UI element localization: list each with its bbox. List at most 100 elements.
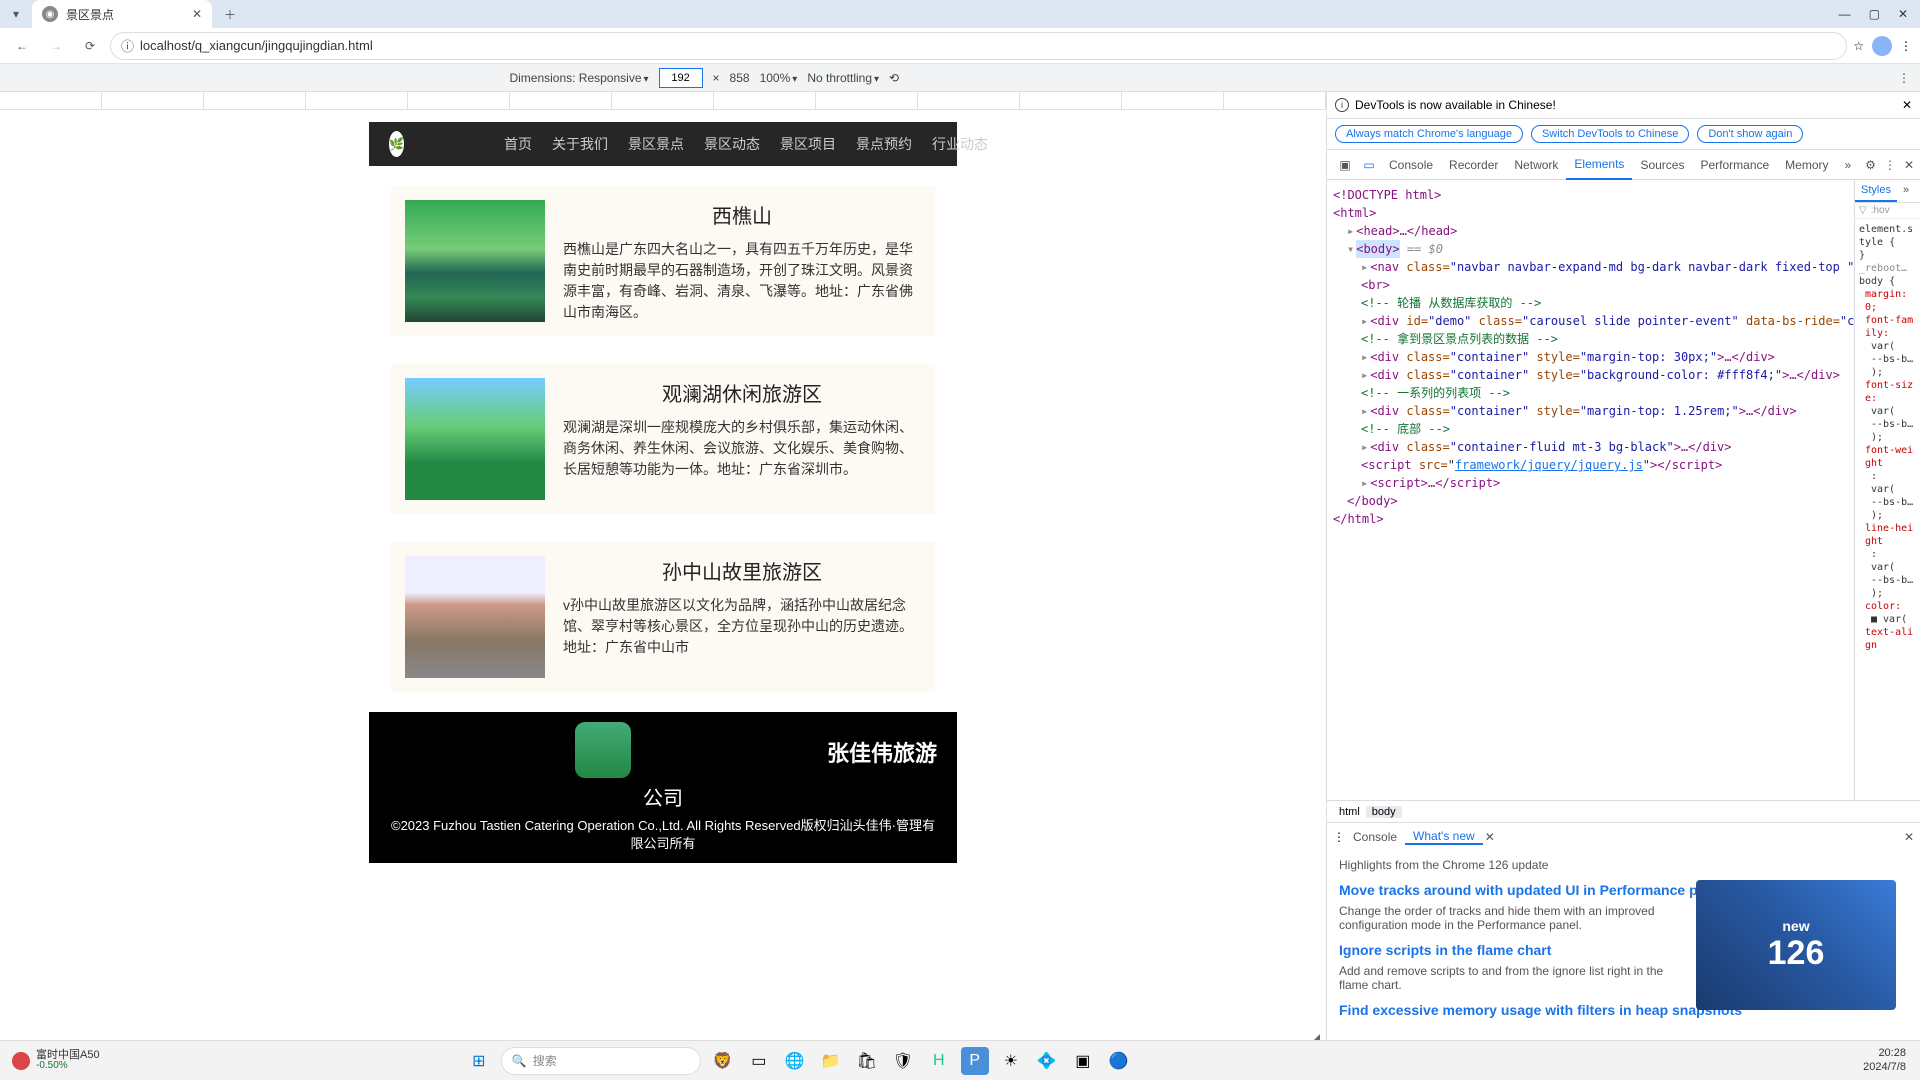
tab-elements[interactable]: Elements — [1566, 150, 1632, 180]
window-close-icon[interactable]: ✕ — [1898, 7, 1908, 21]
taskbar-app-icon[interactable]: 🛡 — [889, 1047, 917, 1075]
taskbar-app-icon[interactable]: 💠 — [1033, 1047, 1061, 1075]
dom-body-close[interactable]: </body> — [1347, 494, 1398, 508]
taskbar-app-icon[interactable]: ▣ — [1069, 1047, 1097, 1075]
taskbar-app-icon[interactable]: H — [925, 1047, 953, 1075]
drawer-menu-icon[interactable]: ⋮ — [1333, 830, 1345, 844]
dom-script-link[interactable]: framework/jquery/jquery.js — [1455, 458, 1643, 472]
drawer-tab-whatsnew[interactable]: What's new — [1405, 829, 1483, 845]
inspect-element-icon[interactable]: ▣ — [1333, 158, 1357, 172]
crumb-html[interactable]: html — [1333, 806, 1366, 818]
device-toggle-icon[interactable]: ▭ — [1357, 158, 1381, 172]
nav-item-projects[interactable]: 景区项目 — [780, 134, 836, 154]
start-button-icon[interactable]: ⊞ — [465, 1047, 493, 1075]
spot-card: 西樵山 西樵山是广东四大名山之一，具有四五千万年历史，是华南史前时期最早的石器制… — [391, 186, 935, 336]
crumb-body[interactable]: body — [1366, 806, 1402, 818]
taskbar-explorer-icon[interactable]: 📁 — [817, 1047, 845, 1075]
tab-recorder[interactable]: Recorder — [1441, 151, 1506, 179]
dom-head[interactable]: <head>…</head> — [1356, 224, 1457, 238]
throttling-dropdown[interactable]: No throttling — [807, 71, 879, 85]
taskbar-clock[interactable]: 20:28 2024/7/8 — [1863, 1047, 1920, 1073]
window-maximize-icon[interactable]: ▢ — [1869, 7, 1880, 21]
taskbar-app-icon[interactable]: 🦁 — [709, 1047, 737, 1075]
nav-back-icon[interactable]: ← — [8, 32, 36, 60]
taskbar-app-icon[interactable]: ▭ — [745, 1047, 773, 1075]
browser-tab[interactable]: ◉ 景区景点 ✕ — [32, 0, 212, 28]
dom-nav[interactable]: <nav — [1370, 260, 1399, 274]
dom-carousel[interactable]: <div — [1370, 314, 1399, 328]
bookmark-star-icon[interactable]: ☆ — [1853, 39, 1864, 53]
chrome-menu-icon[interactable]: ⋮ — [1900, 39, 1912, 53]
taskbar-widget[interactable]: 富时中国A50 -0.50% — [0, 1050, 100, 1071]
whatsnew-promo: new 126 — [1696, 880, 1896, 1010]
tab-memory[interactable]: Memory — [1777, 151, 1836, 179]
dom-container[interactable]: <div — [1370, 368, 1399, 382]
profile-avatar-icon[interactable] — [1872, 36, 1892, 56]
banner-always-match-button[interactable]: Always match Chrome's language — [1335, 125, 1523, 143]
devtools-menu-icon[interactable]: ⋮ — [1884, 158, 1896, 172]
taskbar-app-icon[interactable]: P — [961, 1047, 989, 1075]
taskbar-edge-icon[interactable]: 🌐 — [781, 1047, 809, 1075]
nav-item-news[interactable]: 景区动态 — [704, 134, 760, 154]
banner-close-icon[interactable]: ✕ — [1902, 98, 1912, 112]
dom-br[interactable]: <br> — [1361, 278, 1390, 292]
url-field[interactable]: ⓘ localhost/q_xiangcun/jingqujingdian.ht… — [110, 32, 1847, 60]
styles-tab[interactable]: Styles — [1855, 180, 1897, 202]
viewport-width-input[interactable] — [659, 68, 703, 88]
taskbar-search[interactable]: 🔍 搜索 — [501, 1047, 701, 1075]
nav-item-home[interactable]: 首页 — [504, 134, 532, 154]
banner-dont-show-button[interactable]: Don't show again — [1697, 125, 1803, 143]
window-minimize-icon[interactable]: — — [1839, 7, 1851, 21]
new-tab-button[interactable]: ＋ — [218, 2, 242, 26]
styles-more-icon[interactable]: » — [1897, 180, 1915, 202]
styles-body[interactable]: element.style { } _reboot… body { margin… — [1855, 219, 1920, 656]
promo-version: 126 — [1768, 934, 1825, 973]
styles-val: ); — [1871, 588, 1883, 599]
tab-network[interactable]: Network — [1506, 151, 1566, 179]
dom-tree[interactable]: <!DOCTYPE html> <html> <head>…</head> <b… — [1327, 180, 1854, 800]
dom-container[interactable]: <div — [1370, 404, 1399, 418]
drawer-tab-console[interactable]: Console — [1345, 830, 1405, 844]
drawer-tab-close-icon[interactable]: ✕ — [1485, 830, 1495, 844]
styles-hov-toggle[interactable]: :hov — [1871, 205, 1890, 216]
dom-html-open[interactable]: <html> — [1333, 206, 1376, 220]
styles-filter-icon[interactable]: ▽ — [1859, 205, 1867, 216]
search-placeholder: 搜索 — [533, 1052, 557, 1069]
dom-footer[interactable]: <div — [1370, 440, 1399, 454]
spot-description: 西樵山是广东四大名山之一，具有四五千万年历史，是华南史前时期最早的石器制造场，开… — [563, 239, 921, 323]
nav-item-spots[interactable]: 景区景点 — [628, 134, 684, 154]
nav-item-industry[interactable]: 行业动态 — [932, 134, 988, 154]
site-logo-icon[interactable]: 🌿 — [389, 131, 404, 157]
tabs-dropdown-icon[interactable]: ▾ — [4, 2, 28, 26]
dom-body-open[interactable]: <body> — [1356, 242, 1399, 256]
dom-script[interactable]: <script — [1361, 458, 1412, 472]
banner-switch-button[interactable]: Switch DevTools to Chinese — [1531, 125, 1689, 143]
nav-item-booking[interactable]: 景点预约 — [856, 134, 912, 154]
site-info-icon[interactable]: ⓘ — [121, 36, 134, 55]
devtools-settings-icon[interactable]: ⚙ — [1865, 158, 1876, 172]
taskbar-app-icon[interactable]: ☀ — [997, 1047, 1025, 1075]
ruler-horizontal — [0, 92, 1326, 110]
dom-script[interactable]: <script>…</script> — [1370, 476, 1500, 490]
nav-item-about[interactable]: 关于我们 — [552, 134, 608, 154]
zoom-dropdown[interactable]: 100% — [760, 71, 798, 85]
rotate-icon[interactable]: ⟲ — [889, 71, 899, 85]
dom-html-close[interactable]: </html> — [1333, 512, 1384, 526]
device-toolbar-more-icon[interactable]: ⋮ — [1898, 71, 1910, 85]
nav-forward-icon[interactable]: → — [42, 32, 70, 60]
url-text: localhost/q_xiangcun/jingqujingdian.html — [140, 38, 1836, 53]
tab-more-icon[interactable]: » — [1837, 151, 1860, 179]
devtools-close-icon[interactable]: ✕ — [1904, 158, 1914, 172]
dimensions-dropdown[interactable]: Dimensions: Responsive — [509, 71, 648, 85]
tab-performance[interactable]: Performance — [1692, 151, 1777, 179]
devtools-tab-bar: ▣ ▭ Console Recorder Network Elements So… — [1327, 150, 1920, 180]
taskbar-store-icon[interactable]: 🛍 — [853, 1047, 881, 1075]
tab-console[interactable]: Console — [1381, 151, 1441, 179]
drawer-close-icon[interactable]: ✕ — [1904, 830, 1914, 844]
nav-reload-icon[interactable]: ⟳ — [76, 32, 104, 60]
styles-val: var( — [1871, 562, 1895, 573]
tab-sources[interactable]: Sources — [1632, 151, 1692, 179]
dom-container[interactable]: <div — [1370, 350, 1399, 364]
tab-close-icon[interactable]: ✕ — [192, 7, 202, 21]
taskbar-chrome-icon[interactable]: 🔵 — [1105, 1047, 1133, 1075]
